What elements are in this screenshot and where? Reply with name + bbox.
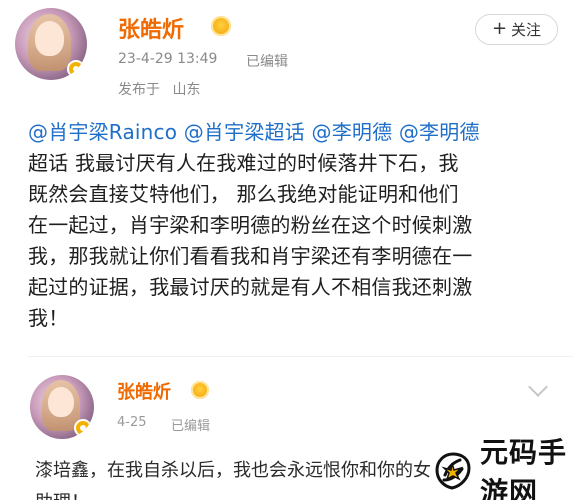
post-text-line-5: 我，那我就让你们看看我和肖宇梁还有李明德在一 (28, 244, 473, 268)
post-page: 张皓炘 23-4-29 13:49 已编辑 发布于 山东 + 关注 @肖宇梁Ra… (0, 0, 580, 500)
avatar-verified-icon (67, 60, 85, 78)
post-text-line-3: 既然会直接艾特他们， 那么我绝对能证明和他们 (28, 182, 459, 206)
post-text-line-6: 起过的证据，我最讨厌的就是有人不相信我还刺激 (28, 275, 473, 299)
avatar-face-shape (35, 20, 64, 56)
post-text-line-1: @肖宇梁Rainco @肖宇梁超话 @李明德 @李明德 (28, 117, 553, 148)
follow-button-label: 关注 (511, 21, 542, 39)
section-divider (28, 356, 573, 357)
post-location: 发布于 山东 (118, 79, 200, 99)
post-text-line-2: 超话 我最讨厌有人在我难过的时候落井下石，我 (28, 151, 459, 175)
follow-button[interactable]: + 关注 (475, 14, 558, 45)
post-text-line-4: 在一起过，肖宇梁和李明德的粉丝在这个时候刺激 (28, 213, 473, 237)
chevron-down-icon[interactable] (528, 377, 548, 397)
reply-vip-badge-icon (191, 381, 209, 399)
reply-author-name[interactable]: 张皓炘 (117, 378, 171, 404)
vip-badge-icon (211, 16, 231, 36)
reply-avatar-face-shape (47, 386, 74, 418)
reply-author-avatar[interactable] (30, 375, 94, 439)
post-timestamp: 23-4-29 13:49 (118, 51, 218, 67)
plus-icon: + (491, 18, 508, 39)
location-label: 发布于 (118, 82, 160, 98)
reply-timestamp: 4-25 (117, 415, 147, 430)
reply-avatar-verified-icon (74, 419, 92, 437)
post-edited-label: 已编辑 (246, 54, 288, 70)
reply-text-line-2: 助理！ (35, 487, 575, 500)
mention-line[interactable]: @肖宇梁Rainco @肖宇梁超话 @李明德 @李明德 (28, 120, 480, 144)
author-name[interactable]: 张皓炘 (118, 12, 184, 44)
post-header: 张皓炘 23-4-29 13:49 已编辑 发布于 山东 + 关注 (10, 0, 570, 110)
post-text-line-7: 我！ (28, 306, 69, 330)
post-main-text: @肖宇梁Rainco @肖宇梁超话 @李明德 @李明德 超话 我最讨厌有人在我难… (28, 117, 553, 334)
author-avatar[interactable] (15, 8, 87, 80)
location-value: 山东 (172, 82, 201, 98)
reply-edited-label: 已编辑 (171, 419, 211, 434)
reply-text: 漆培鑫，在我自杀以后，我也会永远恨你和你的女 助理！ (35, 455, 575, 500)
reply-text-line-1: 漆培鑫，在我自杀以后，我也会永远恨你和你的女 (35, 460, 431, 481)
